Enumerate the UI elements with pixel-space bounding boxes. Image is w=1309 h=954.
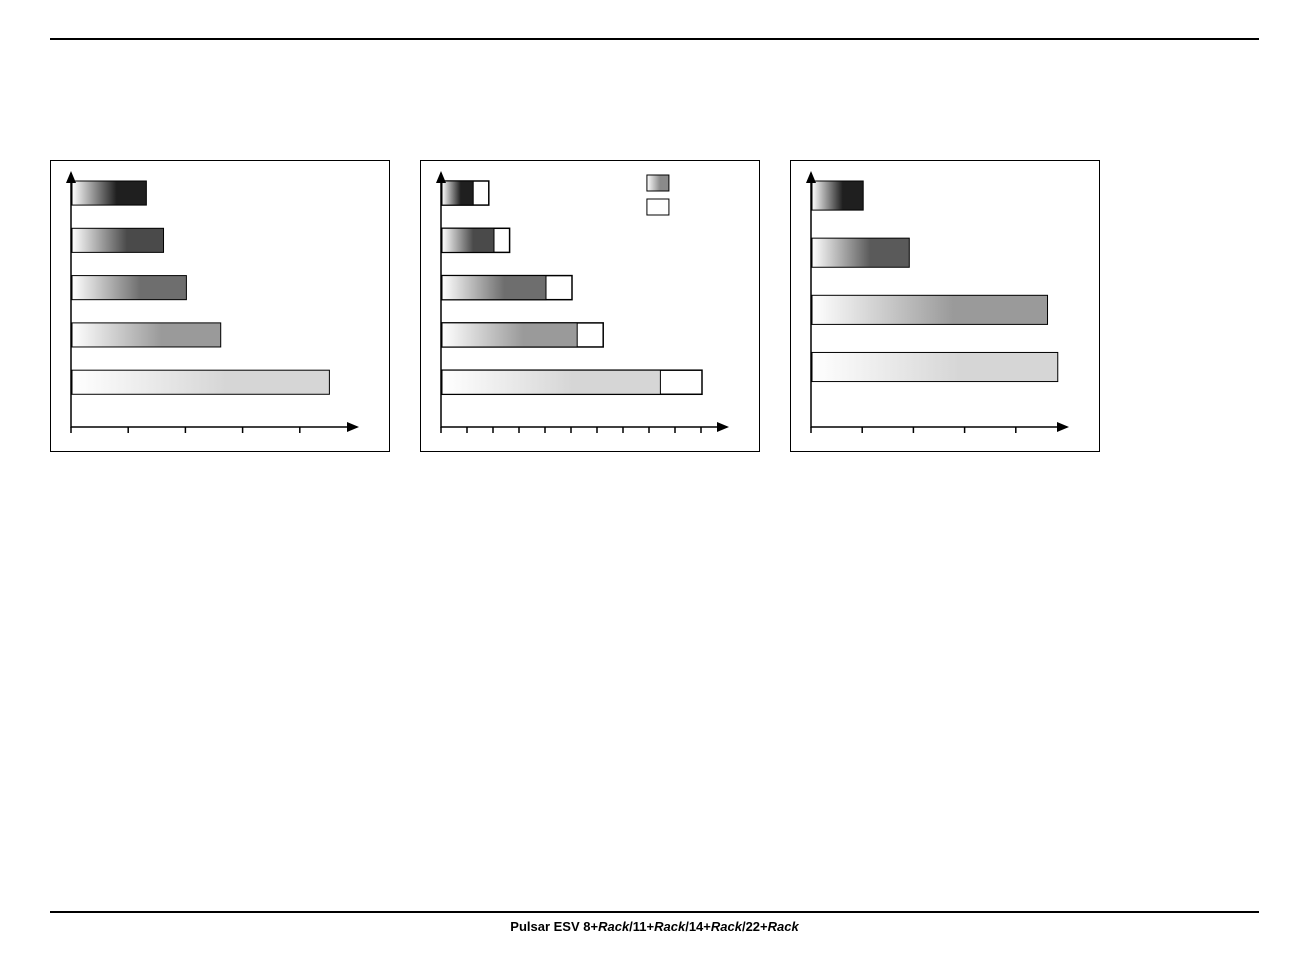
chart-svg: [57, 165, 379, 445]
bar-filled: [812, 181, 863, 210]
charts-row: [50, 160, 1259, 452]
bar-filled: [72, 276, 186, 300]
y-arrow-icon: [436, 171, 446, 183]
bar-filled: [442, 370, 660, 394]
top-rule: [50, 38, 1259, 40]
bar-filled: [442, 323, 577, 347]
footer-prefix: Pulsar ESV 8+: [510, 919, 598, 934]
bar-filled: [72, 228, 164, 252]
x-arrow-icon: [717, 422, 729, 432]
bar-filled: [442, 276, 546, 300]
bar-filled: [442, 228, 494, 252]
y-arrow-icon: [66, 171, 76, 183]
bar-filled: [72, 323, 221, 347]
footer-rack-2: Rack: [654, 919, 685, 934]
legend-swatch-outline: [647, 199, 669, 215]
page: Pulsar ESV 8+Rack/11+Rack/14+Rack/22+Rac…: [0, 0, 1309, 954]
chart-3: [790, 160, 1100, 452]
bar-filled: [812, 295, 1048, 324]
chart-2: [420, 160, 760, 452]
footer-sep-2: /14+: [685, 919, 711, 934]
footer-text: Pulsar ESV 8+Rack/11+Rack/14+Rack/22+Rac…: [50, 919, 1259, 934]
bottom-rule: [50, 911, 1259, 913]
footer: Pulsar ESV 8+Rack/11+Rack/14+Rack/22+Rac…: [50, 911, 1259, 934]
footer-rack-1: Rack: [598, 919, 629, 934]
bar-filled: [72, 370, 329, 394]
chart-svg: [427, 165, 749, 445]
footer-sep-1: /11+: [629, 919, 654, 934]
chart-svg: [797, 165, 1089, 445]
x-arrow-icon: [1057, 422, 1069, 432]
x-arrow-icon: [347, 422, 359, 432]
footer-sep-3: /22+: [742, 919, 768, 934]
y-arrow-icon: [806, 171, 816, 183]
legend-swatch-filled: [647, 175, 669, 191]
footer-rack-3: Rack: [711, 919, 742, 934]
bar-filled: [812, 238, 909, 267]
bar-filled: [812, 352, 1058, 381]
chart-1: [50, 160, 390, 452]
bar-filled: [442, 181, 473, 205]
bar-filled: [72, 181, 146, 205]
footer-rack-4: Rack: [768, 919, 799, 934]
